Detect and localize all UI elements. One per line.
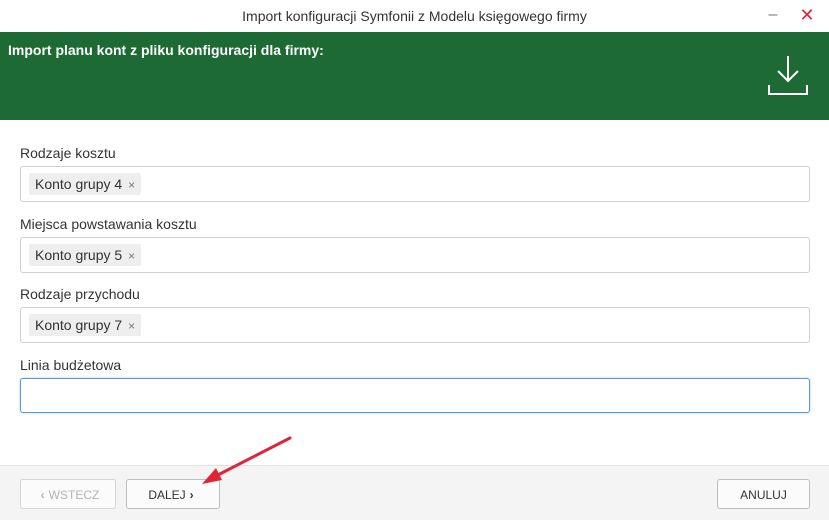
chevron-left-icon: ‹ — [40, 488, 45, 502]
linia-budzetowa-field[interactable] — [21, 379, 813, 414]
remove-tag-icon[interactable]: × — [128, 178, 135, 192]
miejsca-powstawania-kosztu-input[interactable]: Konto grupy 5 × — [20, 237, 810, 273]
label-miejsca-powstawania-kosztu: Miejsca powstawania kosztu — [20, 216, 197, 232]
tag-konto-grupy-5: Konto grupy 5 × — [29, 244, 142, 266]
linia-budzetowa-input[interactable] — [20, 378, 813, 414]
remove-tag-icon[interactable]: × — [128, 319, 135, 333]
rodzaje-przychodu-input[interactable]: Konto grupy 7 × — [20, 307, 810, 343]
cancel-button[interactable]: ANULUJ — [717, 479, 810, 509]
tag-label: Konto grupy 4 — [35, 176, 123, 192]
minimize-button[interactable]: – — [761, 4, 785, 26]
rodzaje-kosztu-input[interactable]: Konto grupy 4 × — [20, 166, 810, 202]
label-linia-budzetowa: Linia budżetowa — [20, 357, 122, 373]
tag-label: Konto grupy 7 — [35, 317, 123, 333]
tag-label: Konto grupy 5 — [35, 247, 123, 263]
next-button[interactable]: DALEJ › — [126, 479, 220, 509]
remove-tag-icon[interactable]: × — [128, 249, 135, 263]
back-label: WSTECZ — [48, 488, 100, 502]
label-rodzaje-przychodu: Rodzaje przychodu — [20, 286, 140, 302]
next-label: DALEJ — [148, 488, 186, 502]
footer-bar: ‹ WSTECZ DALEJ › ANULUJ — [0, 465, 829, 520]
header-banner: Import planu kont z pliku konfiguracji d… — [0, 32, 829, 120]
tag-konto-grupy-7: Konto grupy 7 × — [29, 314, 142, 336]
chevron-right-icon: › — [189, 488, 194, 502]
title-bar: Import konfiguracji Symfonii z Modelu ks… — [0, 0, 829, 33]
tag-konto-grupy-4: Konto grupy 4 × — [29, 173, 142, 195]
window-title: Import konfiguracji Symfonii z Modelu ks… — [242, 8, 587, 24]
banner-title: Import planu kont z pliku konfiguracji d… — [8, 42, 324, 58]
back-button[interactable]: ‹ WSTECZ — [20, 479, 116, 509]
download-icon — [768, 56, 808, 95]
close-button[interactable]: ✕ — [795, 4, 819, 26]
label-rodzaje-kosztu: Rodzaje kosztu — [20, 145, 116, 161]
